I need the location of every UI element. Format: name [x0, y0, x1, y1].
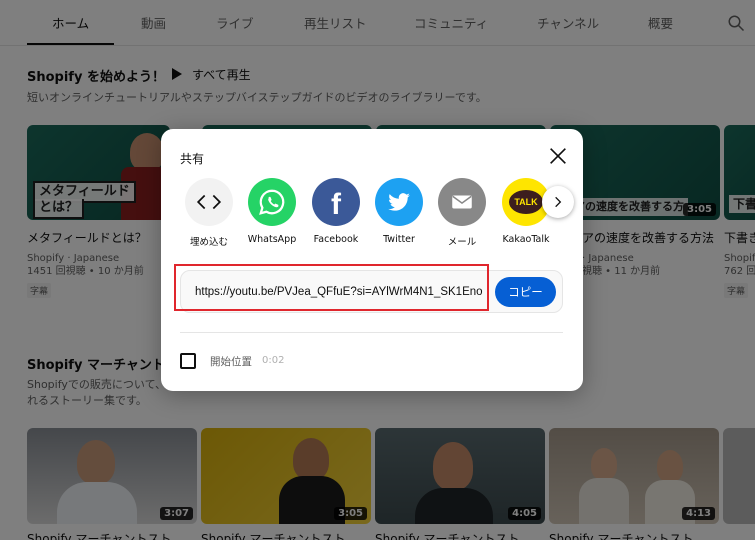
share-target-label: Twitter [383, 234, 415, 245]
start-at-label: 開始位置 [210, 356, 252, 368]
share-embed-button[interactable]: 埋め込む [179, 178, 239, 248]
share-target-label: Facebook [313, 234, 359, 245]
share-target-label: WhatsApp [247, 234, 297, 245]
facebook-icon: f [312, 178, 360, 226]
divider [180, 332, 563, 333]
dialog-title: 共有 [180, 152, 205, 166]
share-target-label: メール [447, 237, 477, 248]
twitter-icon [375, 178, 423, 226]
whatsapp-icon [248, 178, 296, 226]
share-email-button[interactable]: メール [432, 178, 492, 248]
share-target-label: 埋め込む [189, 237, 228, 248]
chevron-right-icon [555, 196, 562, 208]
share-facebook-button[interactable]: f Facebook [306, 178, 366, 245]
share-url-input[interactable] [195, 281, 505, 303]
start-at-checkbox[interactable] [180, 353, 196, 369]
share-twitter-button[interactable]: Twitter [369, 178, 429, 245]
start-time-value: 0:02 [262, 355, 285, 366]
close-icon[interactable] [547, 145, 569, 167]
share-whatsapp-button[interactable]: WhatsApp [242, 178, 302, 245]
share-dialog: 共有 埋め込む WhatsApp f Facebook Twitter メール … [161, 129, 583, 391]
share-url-box: コピー [180, 270, 563, 313]
share-target-label: KakaoTalk [502, 234, 550, 245]
share-next-button[interactable] [542, 186, 574, 218]
embed-code-icon [185, 178, 233, 226]
mail-icon [438, 178, 486, 226]
copy-button[interactable]: コピー [495, 277, 556, 307]
